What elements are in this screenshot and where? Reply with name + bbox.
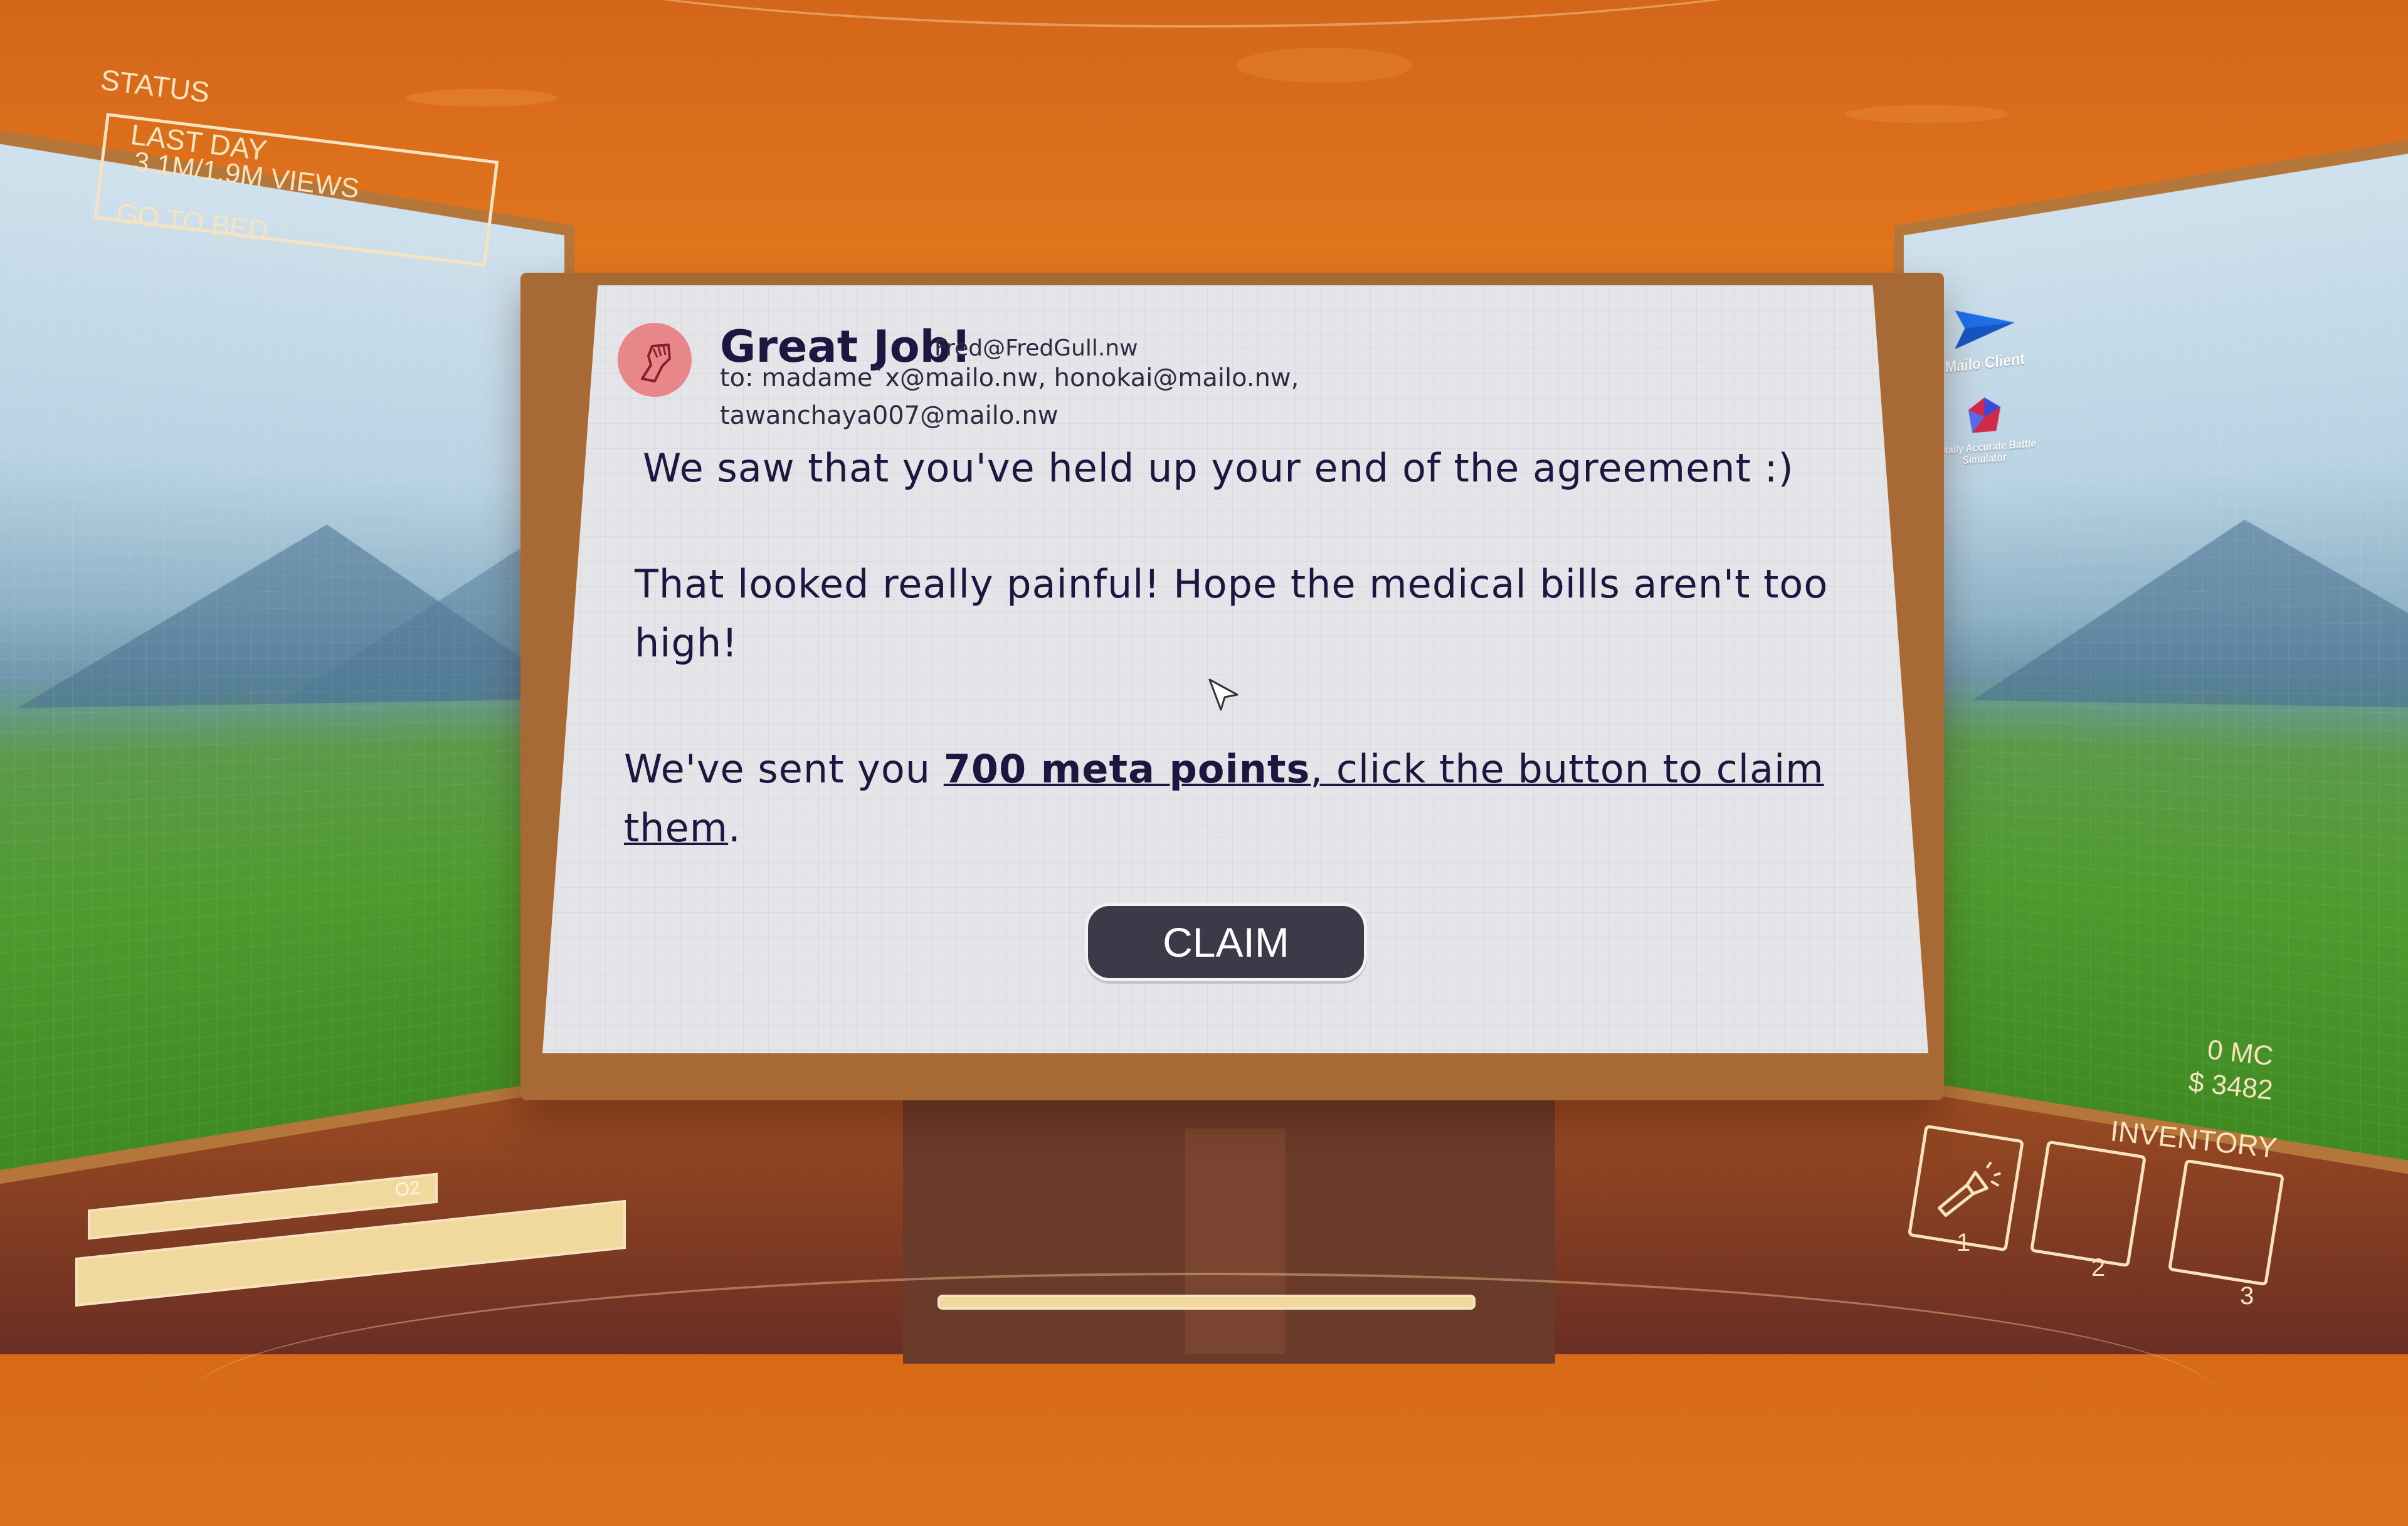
progress-bar [937,1295,1476,1310]
gem-icon [1968,396,2001,434]
recipients-line: to: madame`x@mailo.nw, honokai@mailo.nw, [720,364,1299,392]
flashlight-icon [1938,1161,2001,1217]
claim-button[interactable]: CLAIM [1085,903,1367,981]
screen-grid [1903,140,2408,1174]
recipients-line: tawanchaya007@mailo.nw [720,401,1059,430]
body-text: . [728,805,741,851]
screen-grid [0,133,565,1181]
inventory-slot-number: 2 [2091,1254,2106,1281]
paper-plane-icon [1955,302,2015,349]
o2-label: O2 [394,1177,421,1201]
inventory-slot-2[interactable] [2029,1140,2147,1268]
sender-avatar [618,323,692,397]
left-side-monitor [0,116,574,1198]
floor-arc [188,1273,2220,1526]
inventory-slot-number: 1 [1956,1229,1971,1256]
mouse-cursor-icon [1208,678,1238,711]
desktop-icon-tabs[interactable]: Totally Accurate Battle Simulator [1926,388,2045,470]
body-paragraph: That looked really painful! Hope the med… [635,561,1829,666]
raised-fist-icon [641,344,671,382]
body-paragraph: We've sent you 700 meta points, click th… [624,740,1853,858]
desktop-icon-mailo-client[interactable]: Mailo Client [1926,292,2045,379]
inventory-slot-number: 3 [2240,1282,2254,1310]
inventory-slot-3[interactable] [2167,1159,2285,1287]
meta-points-link[interactable]: 700 meta points [944,746,1311,792]
body-text: We've sent you [624,746,944,792]
email-sender: Fred@FredGull.nw [934,335,1138,361]
email-recipients: to: madame`x@mailo.nw, honokai@mailo.nw,… [720,359,1410,434]
right-side-monitor: Mailo Client Totally Accurate Battle Sim… [1894,124,2408,1191]
body-paragraph: We saw that you've held up your end of t… [643,445,1794,491]
